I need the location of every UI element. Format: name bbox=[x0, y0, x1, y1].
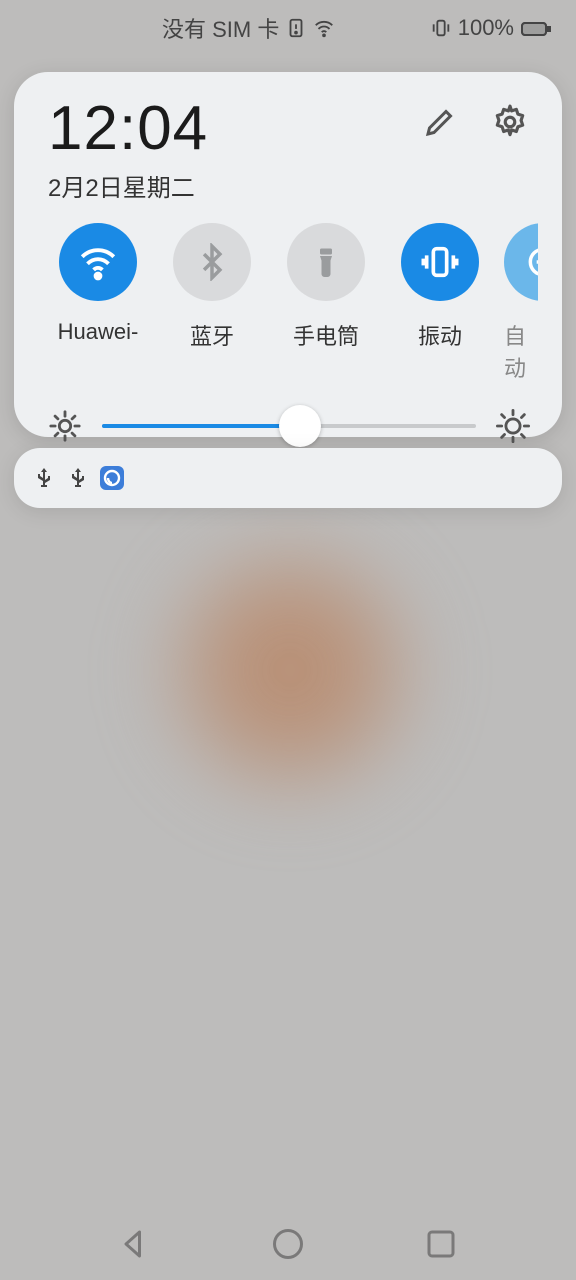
nav-back-button[interactable] bbox=[117, 1226, 153, 1262]
toggle-auto-rotate[interactable]: 自动 bbox=[504, 223, 538, 383]
brightness-thumb[interactable] bbox=[279, 405, 321, 447]
toggle-label: 蓝牙 bbox=[190, 319, 234, 351]
quick-toggles-row[interactable]: Huawei- 蓝牙 手电筒 振动 自动 bbox=[48, 223, 538, 383]
edit-button[interactable] bbox=[420, 102, 460, 142]
vibrate-status-icon bbox=[430, 17, 452, 39]
toggle-bluetooth[interactable]: 蓝牙 bbox=[162, 223, 262, 383]
nav-recent-button[interactable] bbox=[423, 1226, 459, 1262]
settings-button[interactable] bbox=[490, 102, 530, 142]
usb-icon bbox=[32, 466, 56, 490]
quick-settings-panel[interactable]: 12:04 2月2日星期二 Huawei- 蓝牙 bbox=[14, 72, 562, 437]
toggle-label: 手电筒 bbox=[293, 319, 359, 351]
brightness-high-icon bbox=[496, 409, 530, 443]
brightness-low-icon bbox=[48, 409, 82, 443]
flashlight-icon bbox=[287, 223, 365, 301]
toggle-label: 振动 bbox=[418, 319, 462, 351]
panel-date: 2月2日星期二 bbox=[48, 168, 208, 203]
sim-alert-icon bbox=[285, 17, 307, 39]
wifi-status-icon bbox=[313, 17, 335, 39]
status-bar: 没有 SIM 卡 100% bbox=[0, 0, 576, 56]
wifi-icon bbox=[59, 223, 137, 301]
auto-rotate-icon bbox=[504, 223, 538, 301]
bluetooth-icon bbox=[173, 223, 251, 301]
vibrate-icon bbox=[401, 223, 479, 301]
toggle-vibrate[interactable]: 振动 bbox=[390, 223, 490, 383]
panel-time: 12:04 bbox=[48, 98, 208, 160]
battery-percent: 100% bbox=[458, 15, 514, 41]
app-notification-icon bbox=[100, 466, 124, 490]
brightness-fill bbox=[102, 424, 300, 428]
toggle-label: 自动 bbox=[504, 319, 538, 383]
notification-dock[interactable] bbox=[14, 448, 562, 508]
toggle-flashlight[interactable]: 手电筒 bbox=[276, 223, 376, 383]
brightness-track[interactable] bbox=[102, 424, 476, 428]
wallpaper-blur bbox=[140, 520, 440, 820]
usb-icon bbox=[66, 466, 90, 490]
battery-icon bbox=[520, 17, 552, 39]
toggle-label: Huawei- bbox=[58, 319, 139, 345]
brightness-slider[interactable] bbox=[48, 409, 538, 443]
navigation-bar bbox=[0, 1208, 576, 1280]
no-sim-text: 没有 SIM 卡 bbox=[162, 12, 279, 44]
toggle-wifi[interactable]: Huawei- bbox=[48, 223, 148, 383]
nav-home-button[interactable] bbox=[270, 1226, 306, 1262]
